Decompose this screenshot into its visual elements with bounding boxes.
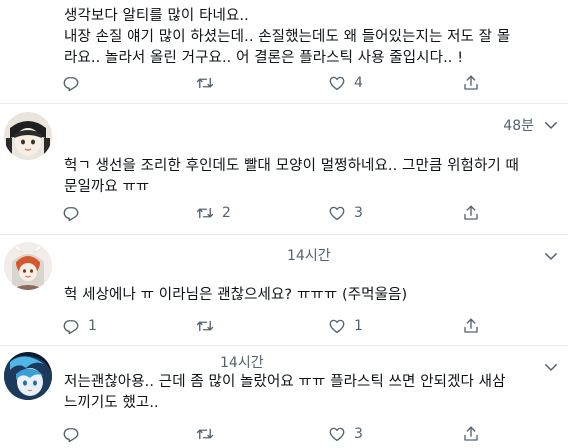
retweet-button[interactable]: 2 [196,202,231,224]
retweet-button[interactable] [196,423,222,445]
like-icon [328,317,346,335]
retweet-icon [196,317,214,335]
avatar[interactable] [4,112,52,160]
retweet-button[interactable] [196,315,222,337]
tweet-text: 생각보다 알티를 많이 타네요.. 내장 손질 얘기 많이 하셨는데.. 손질했… [64,6,554,69]
tweet-actions: 1 1 [58,315,558,337]
tweet-text-line: 라요.. 놀라서 올린 거구요.. 어 결론은 플라스틱 사용 줄입시다.. ! [64,50,464,66]
share-icon [462,425,480,443]
like-count: 3 [354,426,363,442]
share-button[interactable] [462,202,480,224]
like-count: 1 [354,318,363,334]
like-icon [328,74,346,92]
like-button[interactable]: 3 [328,202,363,224]
retweet-icon [196,425,214,443]
like-button[interactable]: 4 [328,72,363,94]
more-options-button[interactable] [542,247,560,265]
chevron-down-icon [542,116,560,134]
reply-icon [62,317,80,335]
retweet-icon [196,74,214,92]
reply-button[interactable] [62,423,88,445]
reply-button[interactable] [62,72,88,94]
reply-button[interactable]: 1 [62,315,97,337]
share-button[interactable] [462,72,480,94]
like-icon [328,204,346,222]
share-button[interactable] [462,315,480,337]
tweet-text-line: 문일까요 ㅠㅠ [64,179,150,195]
like-icon [328,425,346,443]
tweet-time[interactable]: 14시간 [287,245,331,265]
tweet-time[interactable]: 14시간 [220,352,264,372]
tweet-text: 헉 세상에나 ㅠ 이라님은 괜찮으세요? ㅠㅠㅠ (주먹울음) [64,285,554,306]
tweet-actions: 2 3 [58,202,558,224]
more-options-button[interactable] [542,116,560,134]
tweet-text-line: 헉 세상에나 ㅠ 이라님은 괜찮으세요? ㅠㅠㅠ (주먹울음) [64,287,408,303]
retweet-count: 2 [222,205,231,221]
tweet-text-line: 저는괜찮아용.. 근데 좀 많이 놀랐어요 ㅠㅠ 플라스틱 쓰면 안되겠다 새삼 [64,374,506,390]
tweet-text-line: 내장 손질 얘기 많이 하셨는데.. 손질했는데도 왜 들어있는지는 저도 잘 … [64,29,511,45]
like-button[interactable]: 3 [328,423,363,445]
tweet-actions: 4 [58,72,558,94]
retweet-icon [196,204,214,222]
tweet-actions: 3 [58,423,558,445]
tweet-text-line: 헉ㄱ 생선을 조리한 후인데도 빨대 모양이 멀쩡하네요.. 그만큼 위험하기 … [64,158,519,174]
share-icon [462,204,480,222]
share-icon [462,74,480,92]
reply-icon [62,425,80,443]
reply-count: 1 [88,318,97,334]
tweet-time[interactable]: 48분 [503,115,534,135]
reply-icon [62,204,80,222]
retweet-button[interactable] [196,72,222,94]
chevron-down-icon [542,247,560,265]
tweet-text-line: 느끼기도 했고.. [64,395,159,411]
share-button[interactable] [462,423,480,445]
tweet-text-line: 생각보다 알티를 많이 타네요.. [64,8,249,24]
share-icon [462,317,480,335]
tweet-3[interactable]: 14시간 헉 세상에나 ㅠ 이라님은 괜찮으세요? ㅠㅠㅠ (주먹울음) 1 1 [0,235,568,345]
reply-icon [62,74,80,92]
tweet-4[interactable]: 14시간 저는괜찮아용.. 근데 좀 많이 놀랐어요 ㅠㅠ 플라스틱 쓰면 안되… [0,346,568,448]
reply-button[interactable] [62,202,88,224]
tweet-text: 저는괜찮아용.. 근데 좀 많이 놀랐어요 ㅠㅠ 플라스틱 쓰면 안되겠다 새삼… [64,372,554,414]
avatar[interactable] [4,242,52,290]
like-button[interactable]: 1 [328,315,363,337]
like-count: 4 [354,75,363,91]
avatar[interactable] [4,352,52,400]
tweet-1[interactable]: 생각보다 알티를 많이 타네요.. 내장 손질 얘기 많이 하셨는데.. 손질했… [0,0,568,98]
like-count: 3 [354,205,363,221]
tweet-text: 헉ㄱ 생선을 조리한 후인데도 빨대 모양이 멀쩡하네요.. 그만큼 위험하기 … [64,156,554,198]
tweet-2[interactable]: 48분 헉ㄱ 생선을 조리한 후인데도 빨대 모양이 멀쩡하네요.. 그만큼 위… [0,104,568,232]
